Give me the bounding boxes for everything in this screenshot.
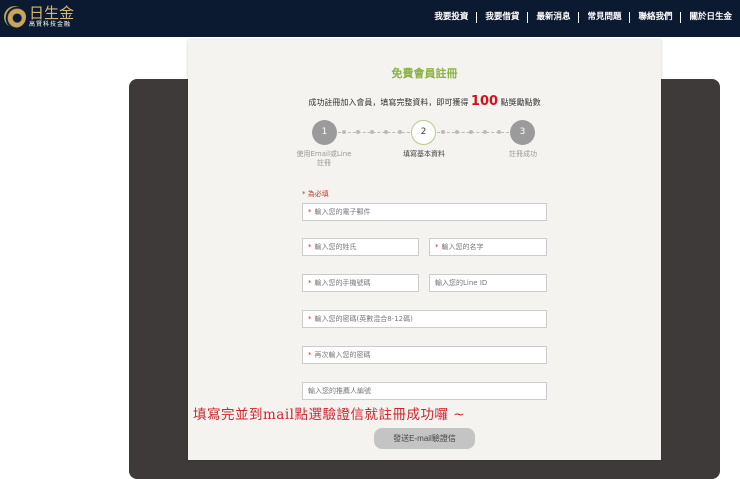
logo-name: 日生金: [29, 4, 75, 22]
step-1: 1: [312, 120, 337, 145]
nav-faq[interactable]: 常見問題: [578, 12, 629, 23]
logo-sub: 高賢科技金融: [29, 21, 72, 28]
nav-borrow[interactable]: 我要借貸: [476, 12, 527, 23]
subtitle: 成功註冊加入會員，填寫完整資料，即可獲得 100 點獎勵點數: [188, 94, 661, 109]
subtitle-pre: 成功註冊加入會員，填寫完整資料，即可獲得: [308, 98, 469, 107]
registration-card: 免費會員註冊 成功註冊加入會員，填寫完整資料，即可獲得 100 點獎勵點數 1 …: [188, 40, 661, 460]
last-name-field[interactable]: * 輸入您的姓氏: [302, 238, 419, 256]
logo[interactable]: 日生金 高賢科技金融: [4, 5, 74, 29]
top-nav: 日生金 高賢科技金融 我要投資 我要借貸 最新消息 常見問題 聯絡我們 關於日生…: [0, 0, 740, 37]
password-field[interactable]: * 輸入您的密碼(英數混合8-12碼): [302, 310, 547, 328]
send-verification-button[interactable]: 發送E-mail驗證信: [374, 428, 475, 449]
nav-menu: 我要投資 我要借貸 最新消息 常見問題 聯絡我們 關於日生金: [426, 12, 740, 23]
page-title: 免費會員註冊: [391, 67, 458, 80]
nav-invest[interactable]: 我要投資: [426, 12, 476, 23]
step-3: 3: [510, 120, 535, 145]
step-2-label: 填寫基本資料: [403, 150, 445, 158]
password-confirm-field[interactable]: * 再次輸入您的密碼: [302, 346, 547, 364]
annotation-text: 填寫完並到mail點選驗證信就註冊成功囉 ~: [193, 407, 466, 423]
step-1-label: 使用Email或Line註冊: [296, 150, 352, 167]
step-2: 2: [411, 120, 436, 145]
email-field[interactable]: * 輸入您的電子郵件: [302, 203, 547, 221]
logo-icon: [4, 6, 26, 28]
step-connector: [338, 130, 410, 134]
nav-contact[interactable]: 聯絡我們: [629, 12, 680, 23]
nav-about[interactable]: 關於日生金: [680, 12, 740, 23]
subtitle-post: 點獎勵點數: [500, 98, 541, 107]
line-id-field[interactable]: 輸入您的Line ID: [429, 274, 547, 292]
first-name-field[interactable]: * 輸入您的名字: [429, 238, 547, 256]
phone-field[interactable]: * 輸入您的手機號碼: [302, 274, 419, 292]
required-note: * 為必填: [302, 190, 329, 198]
points-value: 100: [470, 94, 499, 109]
step-3-label: 註冊成功: [509, 150, 537, 158]
step-connector: [437, 130, 509, 134]
nav-news[interactable]: 最新消息: [527, 12, 578, 23]
referrer-field[interactable]: 輸入您的推薦人編號: [302, 382, 547, 400]
